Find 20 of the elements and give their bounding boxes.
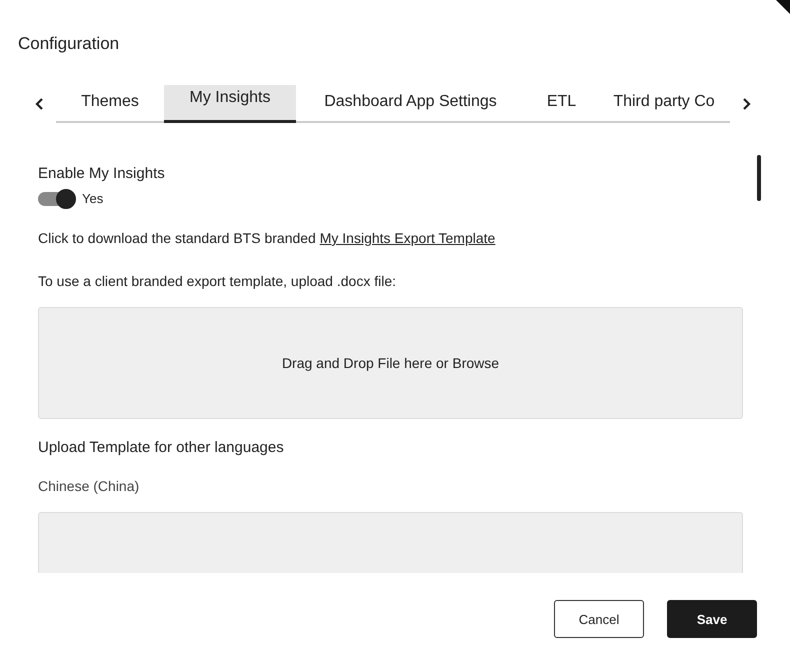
tab[interactable]: My Insights (164, 85, 296, 123)
corner-icon (776, 0, 790, 14)
chevron-left-icon[interactable] (35, 97, 45, 111)
drop-zone[interactable]: Drag and Drop File here or Browse (38, 307, 743, 419)
upload-label: To use a client branded export template, upload .docx file: (38, 273, 397, 289)
dialog-title: Configuration (18, 34, 120, 54)
toggle-label: Yes (82, 191, 104, 206)
field-label: Enable My Insights (38, 165, 166, 182)
save-button[interactable]: Save (667, 600, 757, 638)
tab[interactable]: ETL (525, 85, 598, 123)
cancel-button[interactable]: Cancel (554, 600, 644, 638)
chevron-right-icon[interactable] (741, 97, 751, 111)
download-text: Click to download the standard BTS branded My Insights Export Template (38, 230, 496, 246)
scrollbar-thumb[interactable] (757, 155, 761, 201)
tab[interactable]: Third party Co (598, 85, 730, 123)
language-label: Chinese (China) (38, 478, 140, 494)
template-link[interactable]: My Insights Export Template (320, 230, 496, 246)
section-heading: Upload Template for other languages (38, 439, 285, 456)
tab[interactable]: Themes (56, 85, 164, 123)
tab[interactable]: Dashboard App Settings (296, 85, 525, 123)
